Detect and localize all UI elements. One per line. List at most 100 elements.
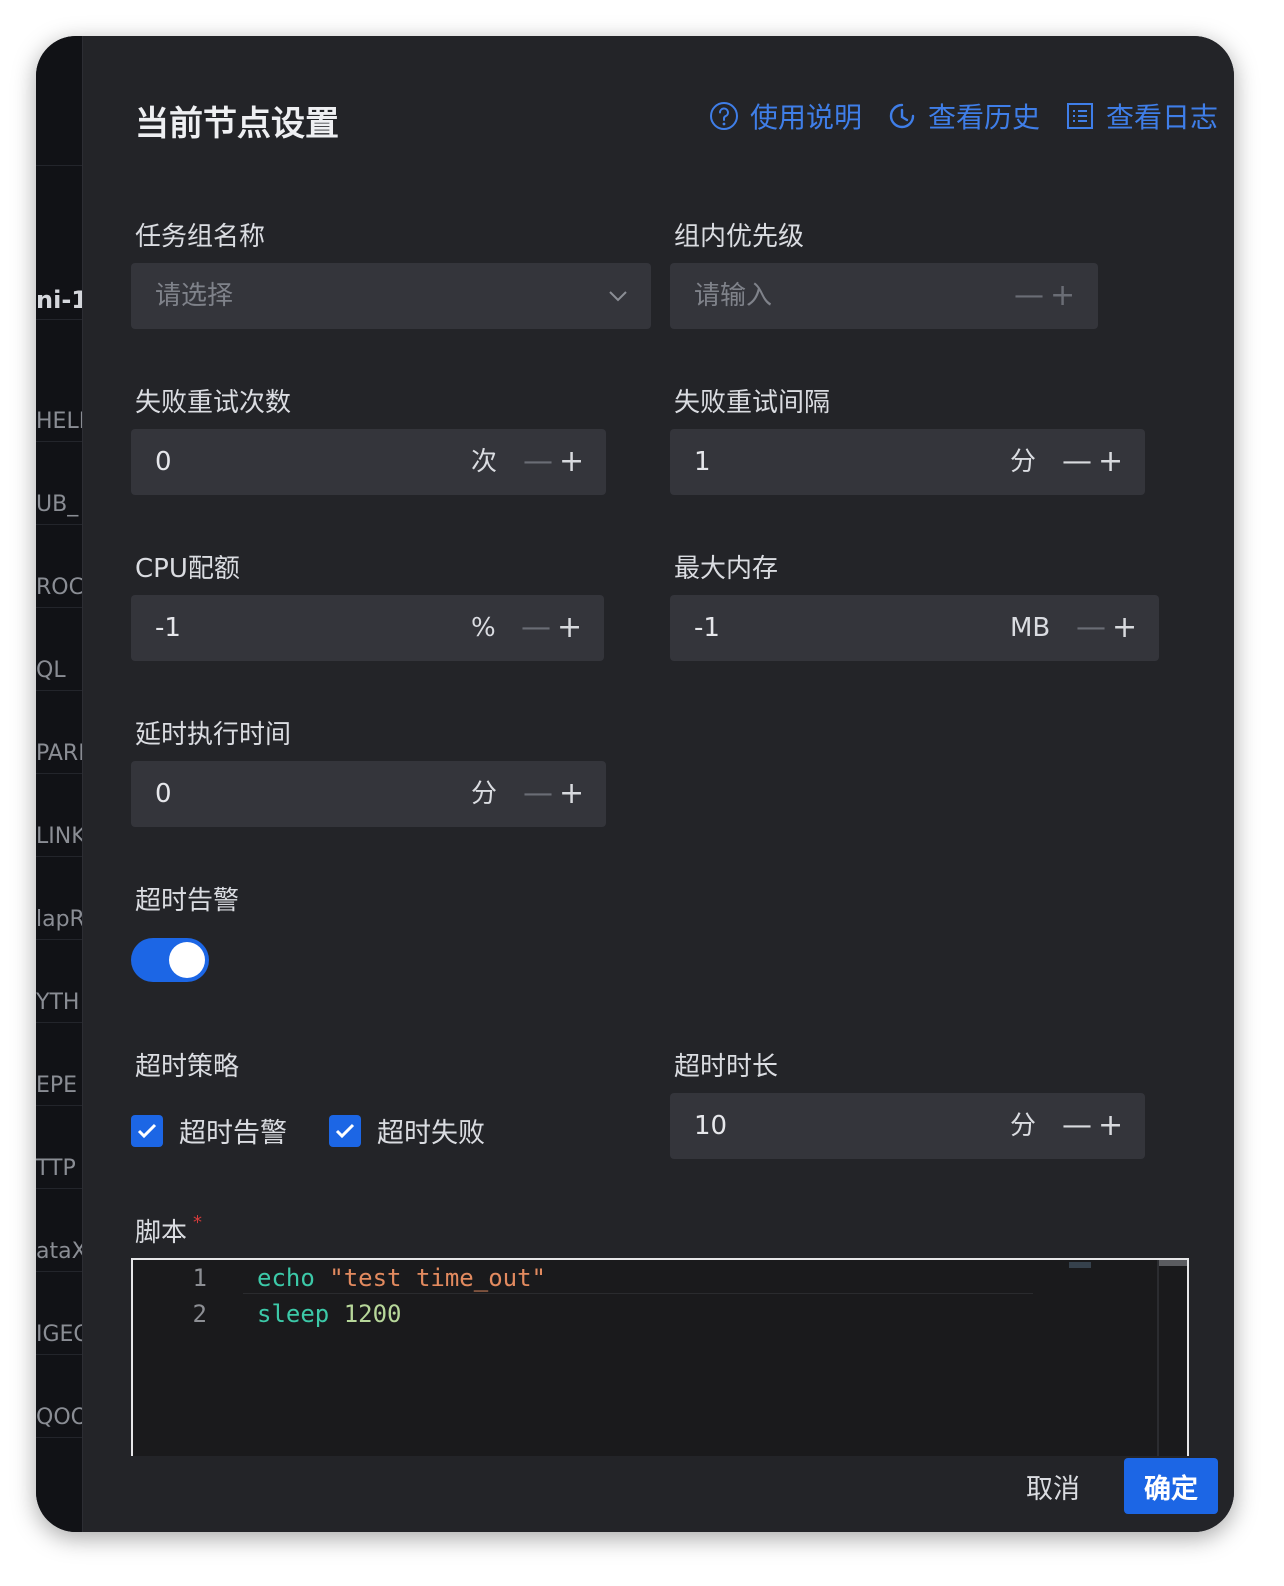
increment-button[interactable]: + [1112,595,1137,661]
timeout-alarm-switch[interactable] [131,938,209,982]
line-number-gutter: 1 2 [133,1260,207,1456]
log-link-label: 查看日志 [1105,101,1218,134]
checkbox-label: 超时告警 [179,1118,287,1149]
cpu-quota-label: CPU配额 [135,554,240,584]
group-priority-placeholder: 请输入 [694,281,773,311]
increment-button[interactable]: + [1098,429,1123,495]
max-memory-input[interactable]: -1 MB — + [670,595,1159,661]
task-group-label: 任务组名称 [135,222,266,252]
code-argument: 1200 [343,1300,402,1328]
task-group-placeholder: 请选择 [155,281,234,311]
bg-list-item: IGEO [36,1315,82,1355]
bg-list-item: ROC [36,568,82,608]
line-number: 2 [192,1300,207,1328]
chevron-down-icon [609,291,627,302]
cpu-quota-input[interactable]: -1 % — + [131,595,604,661]
decrement-button[interactable]: — [1076,595,1106,661]
delay-time-label: 延时执行时间 [135,720,292,750]
minimap-divider [1157,1260,1159,1456]
log-icon [1066,103,1093,129]
checkbox-label: 超时失败 [377,1118,485,1149]
group-priority-label: 组内优先级 [674,222,805,252]
retry-interval-label: 失败重试间隔 [674,388,831,418]
retry-times-value: 0 [155,447,172,477]
checkbox-box [131,1114,163,1147]
minimap-preview [1069,1262,1091,1268]
retry-times-unit: 次 [471,447,498,477]
timeout-strategy-label: 超时策略 [135,1052,240,1082]
cpu-quota-value: -1 [155,613,181,643]
increment-button[interactable]: + [559,761,584,827]
delay-time-input[interactable]: 0 分 — + [131,761,606,827]
increment-button[interactable]: + [557,595,582,661]
switch-knob [169,942,205,978]
timeout-duration-value: 10 [694,1111,728,1141]
code-command: echo [257,1264,315,1292]
max-memory-value: -1 [694,613,720,643]
code-command: sleep [257,1300,330,1328]
node-settings-drawer: 当前节点设置 使用说明 查看历史 查看日志 任务组名称 请选择 组内优先级 请输… [82,36,1234,1532]
timeout-duration-input[interactable]: 10 分 — + [670,1093,1145,1159]
retry-interval-unit: 分 [1010,447,1037,477]
script-label-text: 脚本 [135,1218,188,1248]
increment-button[interactable]: + [559,429,584,495]
cancel-button[interactable]: 取消 [1026,1467,1080,1506]
max-memory-label: 最大内存 [674,554,779,584]
decrement-button[interactable]: — [1062,1093,1092,1159]
decrement-button[interactable]: — [523,429,553,495]
group-priority-input[interactable]: 请输入 — + [670,263,1098,329]
bg-list-item: QL [36,651,82,691]
retry-interval-input[interactable]: 1 分 — + [670,429,1145,495]
bg-list-item: YTH [36,983,82,1023]
app-window: ni-1 HELL UB_ ROC QL PARI LINK lapR YTH … [36,36,1234,1532]
checkmark-icon [335,1123,355,1138]
checkbox-timeout-fail[interactable]: 超时失败 [329,1111,485,1150]
checkmark-icon [137,1123,157,1138]
help-link[interactable]: 使用说明 [708,96,862,136]
delay-time-value: 0 [155,779,172,809]
bg-list-item: QOO [36,1398,82,1438]
required-mark: * [193,1212,203,1233]
bg-list-item: UB_ [36,485,82,525]
code-line: echo "test time_out" [257,1264,546,1292]
bg-list-item: TTP [36,1149,82,1189]
decrement-button[interactable]: — [521,595,551,661]
bg-list-item: EPE [36,1066,82,1106]
bg-list-item: LINK [36,817,82,857]
timeout-duration-label: 超时时长 [674,1052,779,1082]
editor-scrollbar[interactable] [1159,1260,1187,1266]
bg-list-item: lapR [36,900,82,940]
timeout-alarm-label: 超时告警 [135,886,240,916]
task-group-select[interactable]: 请选择 [131,263,651,329]
history-link[interactable]: 查看历史 [886,96,1040,136]
delay-time-unit: 分 [471,779,498,809]
increment-button[interactable]: + [1050,263,1075,329]
drawer-footer: 取消 确定 [1026,1458,1218,1514]
bg-list-item: ni-1 [36,280,82,320]
help-link-label: 使用说明 [749,101,862,134]
code-line: sleep 1200 [257,1300,402,1328]
retry-times-input[interactable]: 0 次 — + [131,429,606,495]
checkbox-box [329,1114,361,1147]
code-argument: "test time_out" [329,1264,546,1292]
confirm-button[interactable]: 确定 [1124,1458,1218,1514]
checkbox-timeout-alarm[interactable]: 超时告警 [131,1111,287,1150]
max-memory-unit: MB [1010,613,1051,643]
decrement-button[interactable]: — [1062,429,1092,495]
decrement-button[interactable]: — [523,761,553,827]
log-link[interactable]: 查看日志 [1064,96,1218,136]
script-editor[interactable]: 1 2 echo "test time_out" sleep 1200 [131,1258,1189,1456]
timeout-duration-unit: 分 [1010,1111,1037,1141]
increment-button[interactable]: + [1098,1093,1123,1159]
line-number: 1 [192,1264,207,1292]
question-circle-icon [709,102,738,130]
retry-times-label: 失败重试次数 [135,388,292,418]
bg-list-item: PARI [36,734,82,774]
retry-interval-value: 1 [694,447,711,477]
decrement-button[interactable]: — [1014,263,1044,329]
header-links: 使用说明 查看历史 查看日志 [708,96,1218,136]
bg-list-item [36,126,82,166]
cpu-quota-unit: % [471,613,496,643]
bg-list-item: HELL [36,402,82,442]
history-link-label: 查看历史 [927,101,1040,134]
